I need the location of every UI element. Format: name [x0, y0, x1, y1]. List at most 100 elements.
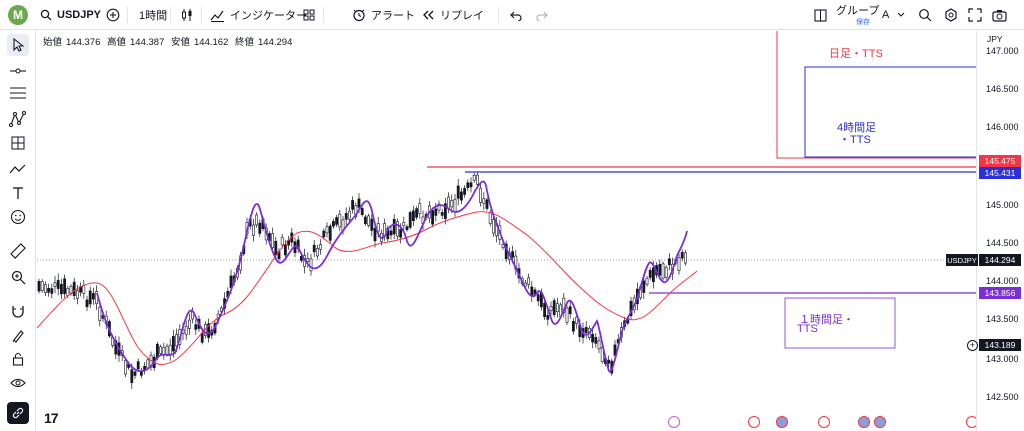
candle-body: [552, 300, 556, 315]
stay-in-drawing-tool[interactable]: [7, 324, 29, 346]
magnet-tool[interactable]: [7, 300, 29, 322]
price-tick: 144.000: [986, 276, 1019, 286]
daily-tts-label: 日足・TTS: [829, 48, 883, 60]
text-tool[interactable]: [7, 182, 29, 204]
add-alert-plus-icon[interactable]: +: [967, 340, 978, 351]
interval-button[interactable]: 1時間: [139, 0, 167, 30]
pattern-icon: [9, 111, 26, 127]
cursor-tool[interactable]: [7, 34, 29, 56]
candle-body: [133, 371, 137, 376]
candle-body: [367, 215, 371, 226]
zigzag-icon: [9, 164, 26, 174]
link-tool[interactable]: [7, 402, 29, 424]
candle-body: [392, 218, 396, 235]
undo-button[interactable]: [510, 0, 523, 30]
gear-icon: [945, 8, 957, 22]
candle-body: [258, 222, 262, 234]
divider: [498, 7, 499, 23]
candle-body: [543, 302, 547, 318]
candle-body: [568, 306, 572, 315]
lock-tool[interactable]: [7, 348, 29, 370]
candle-body: [159, 346, 163, 354]
user-avatar[interactable]: M: [8, 5, 28, 25]
chart-pane[interactable]: 始値 144.376 高値 144.387 安値 144.162 終値 144.294 …: [36, 28, 983, 431]
us-flag-icon[interactable]: [858, 416, 870, 428]
trend-line-tool[interactable]: [7, 60, 29, 82]
zoom-in-icon: [11, 270, 25, 284]
snapshot-button[interactable]: [992, 0, 1007, 30]
candle-body: [491, 219, 495, 234]
high-label: 高値: [107, 37, 127, 48]
templates-button[interactable]: [303, 0, 315, 30]
candle-body: [431, 210, 435, 225]
candle-body: [88, 290, 92, 305]
top-toolbar: M USDJPY 1時間 インジケーター アラート リプレイ グループ 保存 A: [0, 0, 1024, 30]
candle-body: [360, 207, 364, 216]
price-tick: 142.500: [986, 392, 1019, 402]
h4-tts-label-line2: ・TTS: [839, 134, 871, 146]
price-tick: 146.500: [986, 84, 1019, 94]
candle-body: [453, 199, 457, 212]
candle-body: [315, 248, 319, 257]
brush-tool[interactable]: [7, 158, 29, 180]
event-marker-icon[interactable]: [668, 416, 680, 428]
settings-button[interactable]: [944, 0, 958, 30]
candle-body: [344, 213, 348, 220]
chevron-down-icon: [897, 12, 905, 17]
eye-icon: [10, 378, 26, 388]
layout-selector[interactable]: A: [882, 0, 905, 30]
h1-tts-label-line2: TTS: [797, 323, 818, 335]
fullscreen-button[interactable]: [968, 0, 982, 30]
candle-body: [469, 182, 473, 188]
link-icon: [12, 407, 24, 419]
projection-tool[interactable]: [7, 132, 29, 154]
candle-body: [667, 258, 671, 266]
redo-button[interactable]: [535, 0, 548, 30]
icon-tool[interactable]: [7, 206, 29, 228]
tradingview-logo[interactable]: 17: [44, 410, 59, 426]
blue-level-price[interactable]: 145.431: [979, 167, 1021, 179]
layout-button[interactable]: [814, 0, 827, 30]
candle-body: [322, 230, 326, 238]
layout-letter: A: [882, 9, 890, 21]
fib-tool[interactable]: [7, 82, 29, 104]
ohlc-legend: 始値 144.376 高値 144.387 安値 144.162 終値 144.294: [43, 34, 296, 48]
candle-body: [459, 191, 463, 201]
compare-button[interactable]: [106, 0, 120, 30]
candle-body: [168, 344, 172, 355]
indicators-button[interactable]: インジケーター: [210, 0, 307, 30]
replay-button[interactable]: リプレイ: [421, 0, 484, 30]
candle-body: [463, 188, 467, 195]
quick-search-button[interactable]: [918, 0, 932, 30]
open-label: 始値: [43, 37, 63, 48]
us-flag-icon[interactable]: [776, 416, 788, 428]
candle-body: [325, 226, 329, 234]
candle-body: [677, 257, 681, 271]
divider: [170, 7, 171, 23]
candle-body: [172, 336, 175, 352]
price-tick: 143.500: [986, 314, 1019, 324]
red-level-price[interactable]: 145.475: [979, 155, 1021, 167]
candle-body: [37, 281, 41, 292]
alert-button[interactable]: アラート: [352, 0, 415, 30]
economic-event-icon[interactable]: [818, 416, 830, 428]
zoom-tool[interactable]: [7, 266, 29, 288]
measure-tool[interactable]: [7, 240, 29, 262]
economic-event-icon[interactable]: [748, 416, 760, 428]
candle-body: [488, 212, 492, 224]
candle-body: [98, 307, 102, 321]
candle-body: [309, 258, 313, 272]
candle-body: [411, 210, 415, 221]
pencil-lock-icon: [12, 329, 24, 343]
us-flag-icon[interactable]: [874, 416, 886, 428]
h4-tts-zone[interactable]: [804, 66, 983, 158]
chart-type-button[interactable]: [180, 0, 194, 30]
pattern-tool[interactable]: [7, 108, 29, 130]
alert-label: アラート: [371, 10, 415, 22]
symbol-search[interactable]: USDJPY: [40, 0, 101, 30]
hide-tool[interactable]: [7, 372, 29, 394]
low-label: 安値: [171, 37, 191, 48]
candle-body: [335, 217, 339, 225]
purple-level-price[interactable]: 143.856: [979, 287, 1021, 299]
candle-body: [47, 287, 51, 293]
